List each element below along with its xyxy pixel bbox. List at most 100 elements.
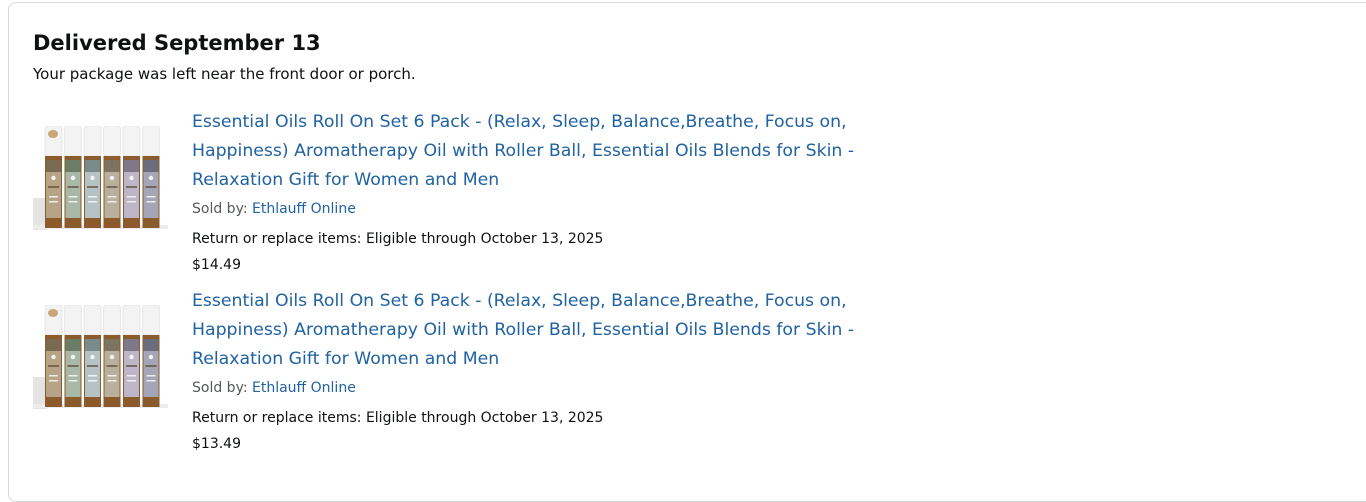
bottle-label-line: [68, 375, 78, 377]
bottle-1: [44, 304, 63, 407]
bottle-logo: [109, 354, 115, 360]
bottle-3: [83, 125, 102, 228]
bottle-3: [83, 304, 102, 407]
roller-ball: [48, 130, 58, 138]
bottle-label-line: [107, 375, 117, 377]
bottle-label-line: [68, 380, 78, 382]
bottle-cap: [122, 125, 141, 157]
bottle-label-band: [104, 160, 120, 172]
roller-ball: [48, 309, 58, 317]
bottle-label-band: [143, 339, 159, 351]
bottle-label-line: [67, 365, 79, 367]
bottle-label-line: [145, 365, 157, 367]
bottle-5: [122, 304, 141, 407]
bottle-label-band: [65, 160, 81, 172]
bottle-logo: [51, 175, 56, 181]
bottle-logo: [51, 354, 56, 360]
bottle-label-line: [107, 196, 117, 198]
bottle-label-line: [127, 201, 136, 203]
bottle-logo: [148, 354, 154, 360]
bottle-label-line: [146, 196, 156, 198]
item-price: $14.49: [192, 257, 241, 273]
bottle-cap: [64, 125, 82, 157]
product-image[interactable]: [33, 125, 168, 246]
bottle-label-line: [127, 375, 136, 377]
bottle-label-line: [107, 380, 117, 382]
bottle-label-line: [67, 186, 79, 188]
bottle-label-line: [68, 201, 78, 203]
bottle-label-line: [49, 196, 58, 198]
bottle-label-band: [46, 160, 61, 172]
bottle-logo: [90, 175, 95, 181]
bottle-logo: [129, 175, 134, 181]
order-item: Essential Oils Roll On Set 6 Pack - (Rel…: [0, 287, 1000, 467]
bottle-logo: [90, 354, 95, 360]
bottle-label-line: [49, 380, 58, 382]
bottle-cap: [64, 304, 82, 336]
bottle-4: [103, 304, 121, 407]
bottle-cap: [142, 125, 160, 157]
bottle-label-line: [88, 196, 97, 198]
bottle-label-line: [146, 375, 156, 377]
bottle-label-line: [49, 201, 58, 203]
bottle-label-line: [106, 186, 118, 188]
bottle-cap: [122, 304, 141, 336]
essential-oil-bottles-image: [33, 304, 168, 409]
bottle-label-line: [87, 186, 98, 188]
return-eligibility-text: Return or replace items: Eligible throug…: [192, 231, 604, 247]
sold-by-label: Sold by:: [192, 201, 252, 217]
bottle-label-band: [124, 160, 139, 172]
item-price: $13.49: [192, 436, 241, 452]
bottle-cap: [103, 125, 121, 157]
order-item: Essential Oils Roll On Set 6 Pack - (Rel…: [0, 108, 1000, 288]
bottle-6: [142, 125, 160, 228]
sold-by-label: Sold by:: [192, 380, 252, 396]
bottle-label-band: [65, 339, 81, 351]
bottle-cap: [103, 304, 121, 336]
sold-by-line: Sold by: Ethlauff Online: [192, 199, 356, 219]
essential-oil-bottles-image: [33, 125, 168, 230]
delivery-location-note: Your package was left near the front doo…: [33, 65, 416, 83]
bottle-label-line: [49, 375, 58, 377]
bottle-label-band: [104, 339, 120, 351]
bottle-logo: [148, 175, 154, 181]
bottle-label-line: [88, 375, 97, 377]
sold-by-line: Sold by: Ethlauff Online: [192, 378, 356, 398]
bottle-label-line: [87, 365, 98, 367]
bottle-label-line: [48, 186, 59, 188]
bottle-label-line: [48, 365, 59, 367]
bottle-5: [122, 125, 141, 228]
bottle-logo: [109, 175, 115, 181]
bottle-label-band: [143, 160, 159, 172]
bottle-label-line: [68, 196, 78, 198]
bottle-label-band: [124, 339, 139, 351]
bottle-4: [103, 125, 121, 228]
bottle-logo: [70, 175, 76, 181]
bottle-label-line: [126, 186, 137, 188]
bottle-label-line: [146, 201, 156, 203]
bottle-2: [64, 125, 82, 228]
bottle-1: [44, 125, 63, 228]
bottle-label-line: [107, 201, 117, 203]
bottle-logo: [129, 354, 134, 360]
bottle-label-line: [126, 365, 137, 367]
bottle-label-line: [88, 380, 97, 382]
bottle-logo: [70, 354, 76, 360]
bottle-cap: [83, 304, 102, 336]
bottle-label-line: [127, 196, 136, 198]
seller-link[interactable]: Ethlauff Online: [252, 380, 356, 396]
bottle-label-band: [85, 160, 100, 172]
return-eligibility-text: Return or replace items: Eligible throug…: [192, 410, 604, 426]
product-image[interactable]: [33, 304, 168, 425]
bottle-label-band: [85, 339, 100, 351]
bottle-2: [64, 304, 82, 407]
bottle-label-line: [106, 365, 118, 367]
seller-link[interactable]: Ethlauff Online: [252, 201, 356, 217]
product-title-link[interactable]: Essential Oils Roll On Set 6 Pack - (Rel…: [192, 287, 932, 374]
bottle-cap: [83, 125, 102, 157]
bottle-label-line: [146, 380, 156, 382]
bottle-6: [142, 304, 160, 407]
bottle-label-line: [88, 201, 97, 203]
product-title-link[interactable]: Essential Oils Roll On Set 6 Pack - (Rel…: [192, 108, 932, 195]
bottle-cap: [142, 304, 160, 336]
